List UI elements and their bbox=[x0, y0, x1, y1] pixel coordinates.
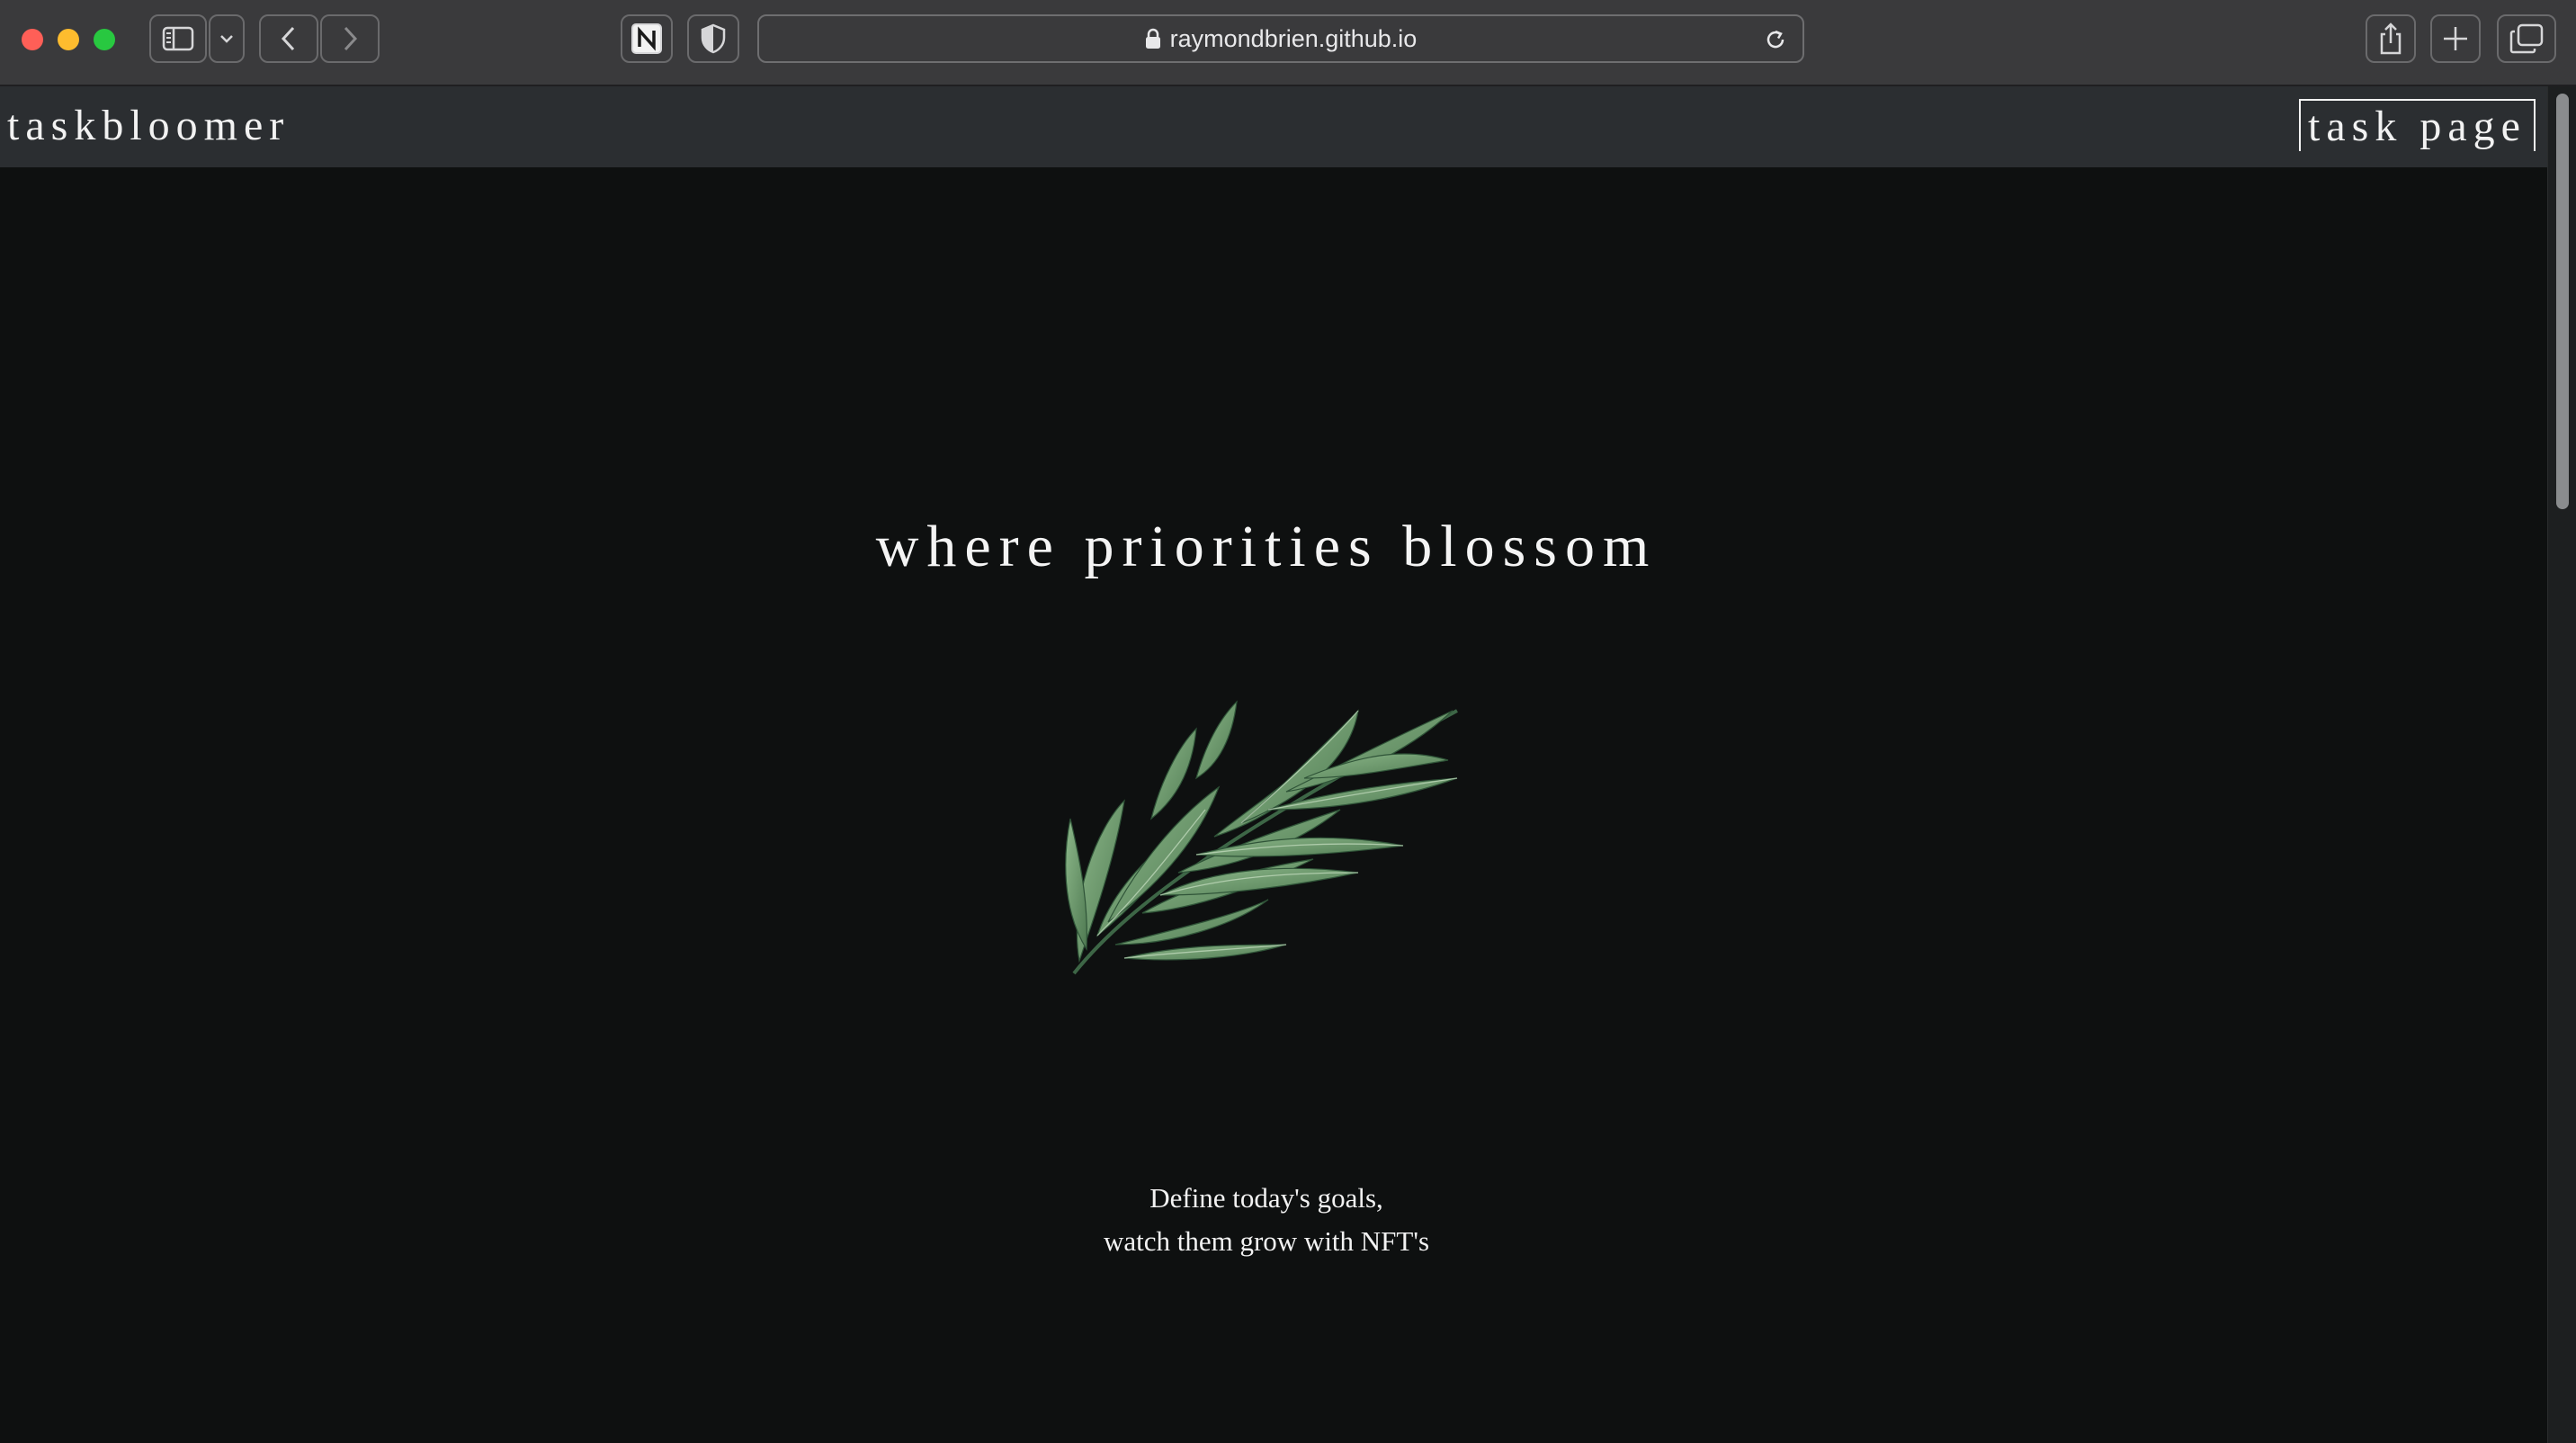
hero-headline: where priorities blossom bbox=[875, 514, 1658, 579]
back-button[interactable] bbox=[259, 14, 318, 63]
tabs-overview-icon bbox=[2509, 23, 2544, 54]
chevron-down-icon bbox=[220, 35, 233, 43]
tabs-overview-button[interactable] bbox=[2497, 14, 2556, 63]
share-button[interactable] bbox=[2366, 14, 2416, 63]
notion-extension-icon bbox=[631, 23, 662, 54]
task-page-link[interactable]: task page bbox=[2299, 99, 2536, 151]
site-header: taskbloomer task page bbox=[0, 86, 2576, 167]
notion-extension-button[interactable] bbox=[621, 14, 673, 63]
zoom-window-button[interactable] bbox=[94, 29, 115, 50]
privacy-shield-button[interactable] bbox=[687, 14, 739, 63]
url-text: raymondbrien.github.io bbox=[1169, 24, 1418, 52]
sidebar-menu-button[interactable] bbox=[209, 14, 245, 63]
browser-toolbar: raymondbrien.github.io bbox=[0, 0, 2576, 86]
page-scrollbar[interactable] bbox=[2547, 86, 2576, 1443]
lock-icon bbox=[1145, 28, 1161, 49]
hero-tagline: Define today's goals, watch them grow wi… bbox=[0, 1177, 2533, 1263]
tagline-line-2: watch them grow with NFT's bbox=[1103, 1225, 1430, 1257]
site-brand[interactable]: taskbloomer bbox=[7, 101, 290, 150]
scrollbar-thumb[interactable] bbox=[2556, 94, 2569, 509]
new-tab-icon bbox=[2444, 27, 2467, 50]
address-bar[interactable]: raymondbrien.github.io bbox=[757, 14, 1804, 63]
shield-icon bbox=[701, 23, 726, 54]
sidebar-toggle-button[interactable] bbox=[149, 14, 207, 63]
sidebar-icon bbox=[162, 26, 194, 51]
back-icon bbox=[281, 26, 295, 51]
new-tab-button[interactable] bbox=[2430, 14, 2481, 63]
close-window-button[interactable] bbox=[22, 29, 43, 50]
reload-icon[interactable] bbox=[1763, 27, 1788, 57]
forward-button[interactable] bbox=[320, 14, 380, 63]
forward-icon bbox=[344, 26, 358, 51]
share-icon bbox=[2380, 22, 2402, 55]
rosemary-sprig-illustration bbox=[1065, 700, 1458, 975]
minimize-window-button[interactable] bbox=[58, 29, 79, 50]
tagline-line-1: Define today's goals, bbox=[1149, 1182, 1383, 1214]
